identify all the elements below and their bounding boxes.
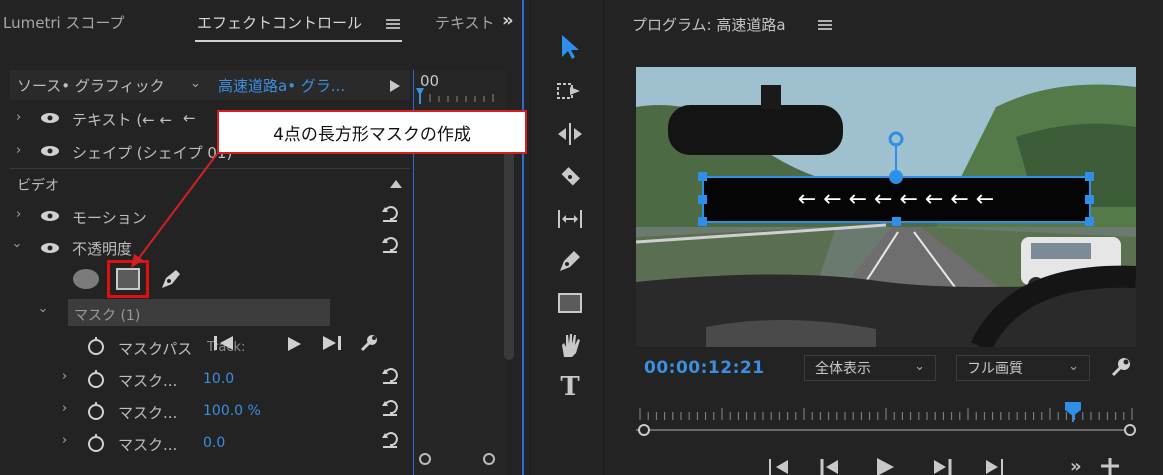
settings-wrench-icon[interactable]: [1110, 356, 1132, 378]
eye-icon[interactable]: [40, 242, 60, 254]
step-back-icon[interactable]: [818, 456, 842, 475]
time-ruler[interactable]: [636, 400, 1136, 440]
playback-resolution-value: フル画質: [967, 361, 1023, 377]
more-controls-icon[interactable]: »: [1070, 456, 1082, 475]
eye-icon[interactable]: [40, 210, 60, 222]
button-editor-icon[interactable]: [1100, 456, 1120, 475]
effect-opacity: 不透明度: [72, 240, 133, 258]
section-video: ビデオ: [17, 178, 59, 194]
mask-expansion-label: マスク...: [118, 436, 178, 454]
layer-shape: シェイプ (シェイプ 01): [72, 144, 233, 162]
expand-chevron-icon[interactable]: ›: [62, 433, 67, 448]
mask-expansion-value[interactable]: 0.0: [203, 435, 225, 451]
razor-tool-icon[interactable]: [556, 163, 584, 191]
reset-icon[interactable]: [380, 429, 400, 449]
mask-path-label: マスクパス: [118, 340, 193, 358]
reset-icon[interactable]: [380, 397, 400, 417]
layer-text: テキスト (← ←: [72, 111, 173, 129]
tab-effect-controls[interactable]: エフェクトコントロール: [197, 12, 362, 33]
ripple-edit-tool-icon[interactable]: [556, 120, 584, 148]
reset-icon[interactable]: [380, 234, 400, 254]
mask-group-label: マスク (1): [74, 308, 141, 324]
chevron-down-icon[interactable]: ⌄: [190, 76, 201, 91]
tab-overflow-icon[interactable]: »: [502, 10, 514, 31]
expanded-chevron-icon[interactable]: ›: [35, 308, 50, 313]
expand-chevron-icon[interactable]: ›: [62, 369, 67, 384]
highlight-box: [107, 260, 149, 298]
layer-text-extra: ←: [183, 109, 196, 127]
selection-tool-icon[interactable]: [556, 33, 584, 61]
play-only-clip-icon[interactable]: [390, 80, 400, 92]
stopwatch-icon[interactable]: [87, 401, 105, 421]
slip-tool-icon[interactable]: [556, 205, 584, 233]
panel-menu-icon[interactable]: [818, 20, 832, 30]
panel-scrollbar[interactable]: [504, 150, 514, 360]
step-forward-icon[interactable]: [930, 456, 954, 475]
eye-icon[interactable]: [40, 145, 60, 157]
play-icon[interactable]: [874, 456, 896, 475]
expand-chevron-icon[interactable]: ›: [16, 110, 21, 125]
callout-box: 4点の長方形マスクの作成: [217, 110, 527, 154]
expand-chevron-icon[interactable]: ›: [16, 143, 21, 158]
zoom-handle-left[interactable]: [418, 452, 432, 466]
ellipse-mask-icon[interactable]: [72, 268, 100, 290]
source-label: ソース• グラフィック: [17, 77, 165, 95]
sign-arrows: ← ← ← ← ← ← ← ←: [798, 187, 994, 212]
expand-chevron-icon[interactable]: ›: [16, 207, 21, 222]
program-monitor-title[interactable]: プログラム: 高速道路a: [632, 14, 786, 35]
callout-text: 4点の長方形マスクの作成: [273, 124, 471, 145]
hand-tool-icon[interactable]: [556, 331, 584, 359]
mask-feather-value[interactable]: 10.0: [203, 371, 234, 387]
pen-tool-icon[interactable]: [556, 247, 584, 275]
pen-mask-icon[interactable]: [158, 266, 184, 292]
tab-text[interactable]: テキスト: [435, 12, 495, 33]
track-backward-one-icon[interactable]: [213, 334, 235, 352]
rectangle-tool-icon[interactable]: [556, 289, 584, 317]
playback-resolution-select[interactable]: フル画質 ⌄: [956, 355, 1090, 381]
reset-icon[interactable]: [380, 203, 400, 223]
panel-menu-icon[interactable]: [386, 19, 400, 29]
source-clip-name[interactable]: 高速道路a• グラ...: [218, 75, 345, 96]
expanded-chevron-icon[interactable]: ›: [9, 243, 24, 248]
collapse-up-icon[interactable]: [390, 180, 402, 188]
chevron-down-icon: ⌄: [1068, 359, 1079, 374]
zoom-level-value: 全体表示: [815, 361, 871, 377]
mask-opacity-label: マスク...: [118, 404, 178, 422]
playhead-timecode[interactable]: 00:00:12:21: [644, 358, 765, 378]
zoom-level-select[interactable]: 全体表示 ⌄: [804, 355, 936, 381]
wrench-icon[interactable]: [359, 333, 379, 353]
effect-motion: モーション: [72, 209, 147, 227]
playhead[interactable]: [1064, 402, 1081, 422]
type-tool-icon[interactable]: T: [556, 372, 584, 402]
timeline-ruler: [414, 88, 504, 104]
track-forward-icon[interactable]: [286, 336, 302, 352]
mask-opacity-value[interactable]: 100.0 %: [203, 403, 261, 419]
mark-in-icon[interactable]: [766, 456, 792, 475]
stopwatch-icon[interactable]: [87, 336, 105, 356]
tab-lumetri-scopes[interactable]: Lumetri スコープ: [3, 12, 125, 33]
zoom-handle-right[interactable]: [482, 452, 496, 466]
divider: [10, 168, 410, 169]
reset-icon[interactable]: [380, 365, 400, 385]
chevron-down-icon: ⌄: [914, 359, 925, 374]
stopwatch-icon[interactable]: [87, 433, 105, 453]
eye-icon[interactable]: [40, 112, 60, 124]
video-preview[interactable]: ← ← ← ← ← ← ← ←: [636, 67, 1136, 347]
track-select-tool-icon[interactable]: [556, 78, 584, 106]
track-forward-one-icon[interactable]: [321, 334, 343, 352]
tools-panel: [530, 0, 604, 475]
mark-out-icon[interactable]: [982, 456, 1008, 475]
stopwatch-icon[interactable]: [87, 369, 105, 389]
mask-feather-label: マスク...: [118, 372, 178, 390]
active-tab-indicator: [195, 40, 402, 42]
expand-chevron-icon[interactable]: ›: [62, 401, 67, 416]
